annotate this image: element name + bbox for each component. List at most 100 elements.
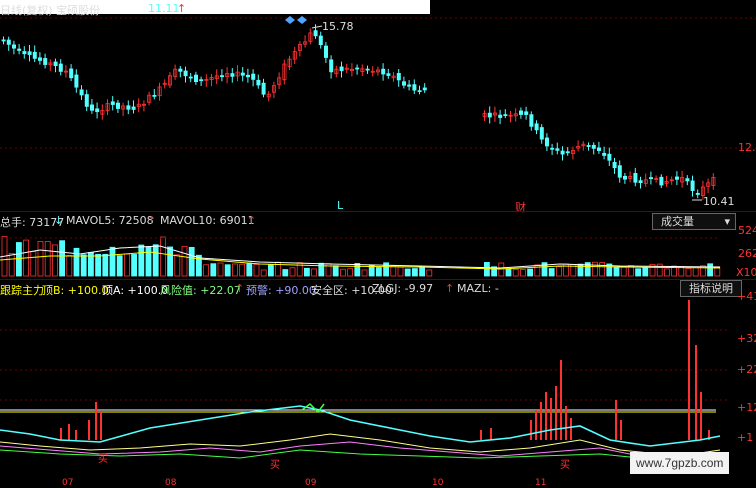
candlestick xyxy=(131,106,136,110)
candlestick xyxy=(555,148,560,151)
watermark: www.7gpzb.com xyxy=(630,452,730,474)
volume-bar xyxy=(44,241,51,277)
indicator-axis-label: +1 xyxy=(737,431,754,444)
mazl-label: MAZL: - xyxy=(457,282,499,295)
volume-bar xyxy=(642,267,649,277)
volume-bar xyxy=(109,246,116,277)
down-arrow-icon: ↓ xyxy=(54,214,64,227)
candlestick xyxy=(550,147,555,150)
up-arrow-icon: ↑ xyxy=(445,282,455,295)
volume-bar xyxy=(635,268,641,277)
volume-bar xyxy=(534,264,541,277)
volume-bar xyxy=(556,266,562,277)
candlestick xyxy=(251,73,256,80)
diamond-icon xyxy=(285,16,295,24)
candlestick xyxy=(545,137,550,147)
indicator-axis-label: +32 xyxy=(737,332,756,345)
candlestick xyxy=(74,74,79,88)
candlestick xyxy=(110,101,115,105)
volume-bar xyxy=(188,246,195,277)
high-price-leader xyxy=(311,25,323,29)
candlestick xyxy=(422,87,427,91)
candlestick xyxy=(43,58,48,65)
candlestick xyxy=(617,165,622,178)
candlestick xyxy=(152,94,157,97)
candlestick xyxy=(230,73,235,77)
candlestick xyxy=(219,75,224,78)
volume-bar xyxy=(181,245,188,277)
volume-bar xyxy=(8,253,15,277)
volume-bar xyxy=(311,268,318,277)
candlestick xyxy=(638,180,643,183)
volume-bar xyxy=(548,268,555,277)
candlestick xyxy=(407,84,412,87)
volume-bar xyxy=(512,268,519,277)
candlestick xyxy=(612,162,617,169)
candlestick xyxy=(381,68,386,75)
volume-bar xyxy=(217,262,224,277)
mavol5-label: MAVOL5: 72508 xyxy=(66,214,154,227)
indicator-help-button[interactable]: 指标说明 xyxy=(680,280,742,297)
main-force-bar xyxy=(535,410,537,440)
volume-bar xyxy=(354,263,361,277)
candlestick xyxy=(58,63,63,72)
volume-bar xyxy=(599,262,605,277)
volume-bar xyxy=(664,268,670,277)
candlestick xyxy=(519,110,524,115)
volume-bar xyxy=(159,236,166,277)
volume-bar xyxy=(102,253,109,277)
candlestick xyxy=(240,72,245,76)
volume-axis-label: 524 xyxy=(738,224,756,237)
candlestick xyxy=(339,66,344,72)
candlestick xyxy=(649,177,654,180)
volume-bar xyxy=(375,267,382,277)
volume-bar xyxy=(174,254,181,277)
volume-bar xyxy=(419,267,426,277)
volume-bar xyxy=(253,263,260,277)
main-force-bar xyxy=(540,402,542,440)
volume-bar xyxy=(73,247,80,277)
volume-bar xyxy=(124,253,130,277)
main-force-bar xyxy=(570,418,572,440)
candlestick xyxy=(323,45,328,58)
main-force-bar xyxy=(695,345,697,440)
volume-bar xyxy=(15,242,22,277)
main-force-bar xyxy=(88,420,90,440)
volume-bar xyxy=(138,244,145,277)
candlestick xyxy=(116,102,121,109)
candlestick xyxy=(32,51,37,59)
volume-bar xyxy=(620,266,627,277)
chevron-down-icon: ▾ xyxy=(724,215,730,228)
candlestick xyxy=(534,123,539,131)
volume-bar xyxy=(59,240,65,277)
candlestick xyxy=(591,144,596,149)
price-chart[interactable] xyxy=(0,0,756,212)
main-force-bar xyxy=(60,428,62,440)
volume-bar xyxy=(224,264,231,277)
main-force-bar xyxy=(550,398,552,440)
main-force-bar xyxy=(620,420,622,440)
current-price: 11.11 xyxy=(148,2,180,15)
volume-bar xyxy=(116,255,123,277)
indicator-dropdown[interactable]: 成交量 ▾ xyxy=(652,213,736,230)
candlestick xyxy=(245,74,250,78)
candlestick xyxy=(22,51,27,55)
volume-bar xyxy=(303,267,310,277)
candlestick xyxy=(597,147,602,151)
candlestick xyxy=(355,67,360,70)
candlestick xyxy=(313,30,318,37)
candlestick xyxy=(529,114,534,127)
main-force-bar xyxy=(100,412,102,440)
volume-bar xyxy=(520,269,526,277)
warning-label: 预警: +90.00 xyxy=(246,284,316,297)
volume-bar xyxy=(260,269,267,277)
up-arrow-icon: ↑ xyxy=(247,214,257,227)
volume-bar xyxy=(390,265,397,277)
volume-bar xyxy=(505,268,512,277)
candlestick xyxy=(256,79,261,86)
volume-bar xyxy=(483,262,490,277)
candlestick xyxy=(261,82,266,95)
volume-bar xyxy=(66,255,73,277)
candlestick xyxy=(69,68,74,79)
volume-bar xyxy=(527,268,533,277)
